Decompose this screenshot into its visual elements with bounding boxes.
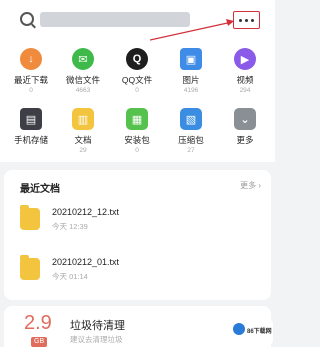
- phone-storage-icon: ▤: [20, 108, 42, 130]
- video-icon: ▶: [234, 48, 256, 70]
- qq-icon: Q: [126, 48, 148, 70]
- document-row[interactable]: 20210212_12.txt 今天 12:39: [20, 204, 260, 236]
- watermark-logo-icon: [233, 323, 245, 335]
- category-label: 视频: [236, 75, 254, 85]
- category-label: 最近下载: [13, 75, 48, 85]
- junk-cleanup-subtitle: 建议去清理垃圾: [70, 335, 123, 344]
- category-label: QQ文件: [121, 75, 153, 85]
- junk-size-unit: GB: [31, 337, 48, 347]
- category-count: 27: [187, 147, 195, 154]
- more-chevron-icon: ⌄: [234, 108, 256, 130]
- document-icon: ▥: [72, 108, 94, 130]
- document-time: 今天 01:14: [52, 272, 88, 281]
- folder-icon: [20, 255, 40, 280]
- site-watermark: 86下载网: [231, 320, 273, 344]
- document-row[interactable]: 20210212_01.txt 今天 01:14: [20, 254, 260, 286]
- category-qq-files[interactable]: Q QQ文件 0: [112, 48, 162, 95]
- recent-documents-more-link[interactable]: 更多 ›: [240, 180, 261, 191]
- folder-icon: [20, 205, 40, 230]
- watermark-text: 86下载网: [247, 329, 272, 335]
- category-count: [6, 147, 56, 155]
- category-label: 安装包: [124, 135, 150, 145]
- category-label: 手机存储: [13, 135, 48, 145]
- category-label: 微信文件: [65, 75, 100, 85]
- category-label: 更多: [236, 135, 254, 145]
- category-count: 0: [135, 147, 139, 154]
- archive-icon: ▧: [180, 108, 202, 130]
- category-install-packages[interactable]: ▦ 安装包 0: [112, 108, 162, 155]
- image-icon: ▣: [180, 48, 202, 70]
- recent-documents-panel: 最近文档 更多 › 20210212_12.txt 今天 12:39 20210…: [4, 170, 271, 300]
- recent-documents-title: 最近文档: [20, 184, 60, 195]
- category-label: 图片: [182, 75, 200, 85]
- category-count: 294: [239, 87, 251, 94]
- document-name: 20210212_01.txt: [52, 257, 120, 267]
- category-count: 4196: [183, 87, 199, 94]
- category-videos[interactable]: ▶ 视频 294: [220, 48, 270, 95]
- category-label: 压缩包: [178, 135, 204, 145]
- category-count: [220, 147, 270, 155]
- category-documents[interactable]: ▥ 文档 29: [58, 108, 108, 155]
- wechat-icon: ✉: [72, 48, 94, 70]
- install-package-icon: ▦: [126, 108, 148, 130]
- category-wechat-files[interactable]: ✉ 微信文件 4663: [58, 48, 108, 95]
- category-grid: ↓ 最近下载 0 ✉ 微信文件 4663 Q QQ文件 0 ▣ 图片 4196 …: [0, 42, 275, 162]
- category-recent-downloads[interactable]: ↓ 最近下载 0: [6, 48, 56, 95]
- search-icon[interactable]: [20, 12, 34, 26]
- category-count: 4663: [75, 87, 91, 94]
- document-time: 今天 12:39: [52, 222, 88, 231]
- category-count: 0: [29, 87, 33, 94]
- category-label: 文档: [74, 135, 92, 145]
- category-more[interactable]: ⌄ 更多: [220, 108, 270, 155]
- category-phone-storage[interactable]: ▤ 手机存储: [6, 108, 56, 155]
- category-count: 29: [79, 147, 87, 154]
- category-count: 0: [135, 87, 139, 94]
- junk-size-value: 2.9: [24, 312, 52, 334]
- category-archives[interactable]: ▧ 压缩包 27: [166, 108, 216, 155]
- junk-cleanup-title: 垃圾待清理: [70, 320, 125, 332]
- download-icon: ↓: [20, 48, 42, 70]
- document-name: 20210212_12.txt: [52, 207, 120, 217]
- category-images[interactable]: ▣ 图片 4196: [166, 48, 216, 95]
